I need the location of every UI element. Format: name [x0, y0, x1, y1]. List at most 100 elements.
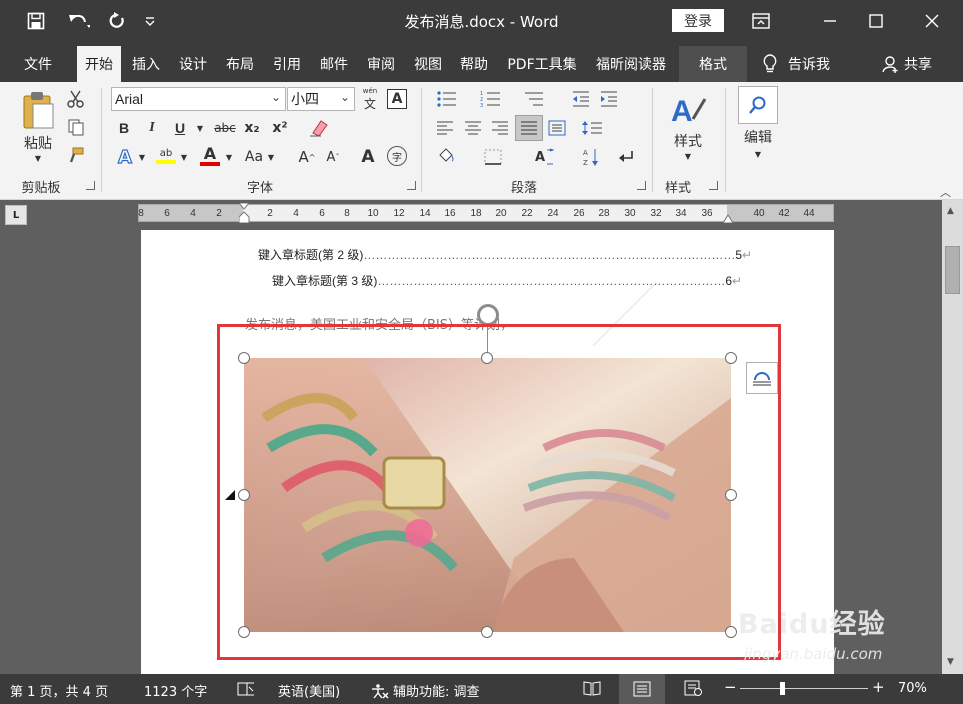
- change-case-button[interactable]: Aa: [242, 146, 266, 168]
- text-effects-button[interactable]: A: [114, 146, 136, 168]
- strikethrough-button[interactable]: abc: [212, 118, 238, 138]
- styles-dropdown-icon[interactable]: ▼: [680, 150, 696, 162]
- align-center-icon[interactable]: [462, 118, 484, 138]
- minimize-icon[interactable]: [807, 0, 853, 42]
- proofing-icon[interactable]: [237, 681, 255, 701]
- highlight-button[interactable]: ab: [154, 144, 178, 168]
- resize-handle-top[interactable]: [481, 352, 493, 364]
- clear-formatting-icon[interactable]: [308, 118, 330, 138]
- resize-handle-top-right[interactable]: [725, 352, 737, 364]
- phonetic-guide-button[interactable]: wén 文: [360, 87, 380, 111]
- save-icon[interactable]: [22, 0, 50, 42]
- redo-icon[interactable]: [104, 0, 130, 42]
- resize-handle-bottom[interactable]: [481, 626, 493, 638]
- paste-button[interactable]: 粘贴: [16, 134, 60, 152]
- editing-button[interactable]: 编辑: [734, 128, 782, 146]
- increase-indent-icon[interactable]: [598, 88, 620, 110]
- ribbon-display-icon[interactable]: [738, 0, 784, 42]
- font-color-dropdown-icon[interactable]: ▼: [224, 148, 234, 166]
- resize-handle-top-left[interactable]: [238, 352, 250, 364]
- document-page[interactable]: 键入章标题(第 2 级)……………………………………………………………………………: [141, 230, 834, 674]
- tab-layout[interactable]: 布局: [219, 46, 261, 82]
- zoom-in-icon[interactable]: +: [872, 678, 885, 696]
- language-indicator[interactable]: 英语(美国): [278, 681, 340, 700]
- zoom-level[interactable]: 70%: [898, 681, 927, 696]
- scrollbar-thumb[interactable]: [945, 246, 960, 294]
- show-formatting-marks-icon[interactable]: [614, 146, 638, 168]
- tab-foxit-reader[interactable]: 福昕阅读器: [588, 46, 674, 82]
- underline-button[interactable]: U: [170, 118, 190, 138]
- collapse-ribbon-icon[interactable]: ︿: [940, 184, 951, 200]
- tab-references[interactable]: 引用: [266, 46, 308, 82]
- indent-marker-icon[interactable]: [239, 203, 251, 223]
- highlight-dropdown-icon[interactable]: ▼: [179, 148, 189, 166]
- share-button[interactable]: 共享: [882, 46, 932, 82]
- word-count[interactable]: 1123 个字: [144, 681, 207, 700]
- multilevel-list-icon[interactable]: [520, 88, 550, 110]
- tab-view[interactable]: 视图: [407, 46, 449, 82]
- resize-handle-bottom-left[interactable]: [238, 626, 250, 638]
- resize-handle-left[interactable]: [238, 489, 250, 501]
- font-size-dropdown-icon[interactable]: ⌄: [340, 90, 350, 104]
- undo-icon[interactable]: [60, 0, 98, 42]
- right-indent-marker-icon[interactable]: [723, 213, 735, 223]
- font-name-box[interactable]: Arial ⌄: [111, 87, 286, 111]
- customize-qat-icon[interactable]: [140, 0, 160, 42]
- format-painter-icon[interactable]: [64, 144, 88, 166]
- zoom-out-icon[interactable]: −: [724, 678, 737, 696]
- accessibility-check[interactable]: 辅助功能: 调查: [371, 681, 480, 700]
- toc-entry[interactable]: 键入章标题(第 3 级)……………………………………………………………………………: [272, 272, 742, 289]
- line-spacing-icon[interactable]: [580, 118, 610, 138]
- distributed-icon[interactable]: [546, 118, 568, 138]
- editing-dropdown-icon[interactable]: ▼: [750, 148, 766, 160]
- tab-pdf-tools[interactable]: PDF工具集: [500, 46, 584, 82]
- cut-icon[interactable]: [64, 88, 88, 110]
- page-count[interactable]: 第 1 页，共 4 页: [10, 681, 108, 700]
- chinese-layout-icon[interactable]: A: [526, 146, 564, 168]
- tab-mailings[interactable]: 邮件: [313, 46, 355, 82]
- toc-entry[interactable]: 键入章标题(第 2 级)……………………………………………………………………………: [258, 246, 752, 263]
- tab-stop-selector[interactable]: L: [5, 205, 27, 225]
- maximize-icon[interactable]: [853, 0, 899, 42]
- inserted-picture[interactable]: [244, 358, 731, 632]
- clipboard-launcher-icon[interactable]: [86, 181, 95, 190]
- bullets-icon[interactable]: [434, 88, 462, 110]
- vertical-scrollbar[interactable]: ▲ ▼: [942, 200, 963, 674]
- shading-icon[interactable]: [434, 146, 468, 168]
- read-mode-icon[interactable]: [583, 680, 601, 700]
- bold-button[interactable]: B: [114, 118, 134, 138]
- layout-options-icon[interactable]: [746, 362, 778, 394]
- resize-handle-bottom-right[interactable]: [725, 626, 737, 638]
- borders-icon[interactable]: [476, 146, 510, 168]
- font-launcher-icon[interactable]: [407, 181, 416, 190]
- numbering-icon[interactable]: 123: [478, 88, 506, 110]
- tab-review[interactable]: 审阅: [360, 46, 402, 82]
- paste-icon[interactable]: [16, 88, 60, 132]
- find-icon[interactable]: [738, 86, 778, 124]
- login-button[interactable]: 登录: [672, 9, 724, 32]
- paste-dropdown-icon[interactable]: ▼: [30, 152, 46, 164]
- styles-gallery-icon[interactable]: A: [666, 88, 710, 132]
- subscript-button[interactable]: x₂: [242, 118, 262, 138]
- justify-icon[interactable]: [515, 115, 543, 141]
- copy-icon[interactable]: [64, 116, 88, 138]
- superscript-button[interactable]: x²: [270, 118, 290, 138]
- clear-all-format-button[interactable]: A: [357, 146, 379, 168]
- change-case-dropdown-icon[interactable]: ▼: [266, 148, 276, 166]
- tab-home[interactable]: 开始: [77, 46, 121, 82]
- zoom-slider[interactable]: [740, 688, 868, 689]
- italic-button[interactable]: I: [142, 118, 162, 138]
- tab-insert[interactable]: 插入: [126, 46, 166, 82]
- scroll-up-icon[interactable]: ▲: [947, 206, 954, 216]
- decrease-indent-icon[interactable]: [570, 88, 592, 110]
- tab-design[interactable]: 设计: [172, 46, 214, 82]
- enclose-characters-button[interactable]: 字: [387, 146, 407, 166]
- rotate-handle-icon[interactable]: [477, 304, 499, 326]
- text-effects-dropdown-icon[interactable]: ▼: [137, 148, 147, 166]
- resize-handle-right[interactable]: [725, 489, 737, 501]
- tell-me-search[interactable]: 告诉我: [762, 46, 830, 82]
- scroll-down-icon[interactable]: ▼: [947, 657, 954, 667]
- anchor-icon[interactable]: [225, 490, 235, 500]
- styles-button[interactable]: 样式: [666, 132, 710, 150]
- zoom-slider-thumb[interactable]: [780, 682, 786, 695]
